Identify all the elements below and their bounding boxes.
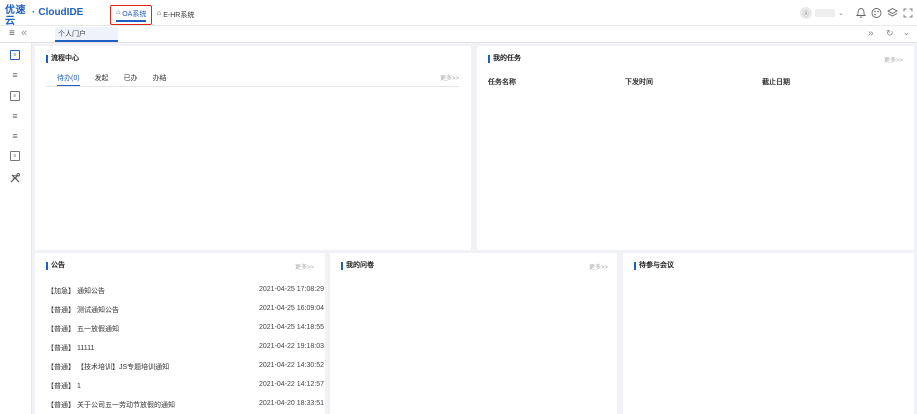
notice-title: 【加急】 通知公告 xyxy=(47,288,105,295)
survey-title: 我的问卷 xyxy=(341,262,374,270)
notice-row[interactable]: 【普通】 1 2021-04-22 14:12:57 xyxy=(47,381,324,393)
tab-initiate[interactable]: 发起 xyxy=(95,73,109,87)
column-header-task-name: 任务名称 xyxy=(488,79,516,86)
home-icon: ⌂ xyxy=(157,10,162,17)
notice-row[interactable]: 【普通】 关于公司五一劳动节放假的通知 2021-04-20 18:33:51 xyxy=(47,400,324,412)
layers-icon[interactable] xyxy=(887,7,898,19)
column-header-deadline: 截止日期 xyxy=(762,79,790,86)
notice-date: 2021-04-22 14:30:52 xyxy=(259,362,324,369)
workflow-tabs: 待办(0) 发起 已办 办结 xyxy=(57,73,167,87)
chevron-down-icon[interactable]: ⌄ xyxy=(838,7,844,19)
notice-title: 【普通】 11111 xyxy=(47,345,95,352)
brand-dot: · xyxy=(32,7,36,18)
notice-date: 2021-04-25 17:08:29 xyxy=(259,286,324,293)
system-tab-label: OA系统 xyxy=(122,11,147,18)
left-rail: ≡ ≡ ≡ ≡ ≡ ≡ ≡ xyxy=(0,43,32,414)
notice-title: 【普通】 测试通知公告 xyxy=(47,307,119,314)
notice-title: 【普通】 1 xyxy=(47,383,81,390)
notice-title: 【普通】 关于公司五一劳动节放假的通知 xyxy=(47,402,175,409)
tab-done[interactable]: 已办 xyxy=(124,73,138,87)
notice-date: 2021-04-20 18:33:51 xyxy=(259,400,324,407)
chevron-down-icon[interactable]: ⌄ xyxy=(903,28,910,37)
notice-row[interactable]: 【加急】 通知公告 2021-04-25 17:08:29 xyxy=(47,286,324,298)
workflow-title: 流程中心 xyxy=(46,55,79,63)
brand-name: · CloudIDE xyxy=(32,7,83,18)
notice-title: 【普通】 五一放假通知 xyxy=(47,326,119,333)
more-link[interactable]: 更多>> xyxy=(589,262,608,271)
palette-icon[interactable] xyxy=(871,7,882,19)
menu-list-icon[interactable]: ≡ xyxy=(10,131,20,141)
notices-title: 公告 xyxy=(46,262,65,270)
system-tab-oa[interactable]: ⌂ OA系统 xyxy=(110,5,152,25)
notice-title: 【普通】 【技术培训】JS专题培训通知 xyxy=(47,364,170,371)
home-icon: ⌂ xyxy=(116,9,121,16)
user-name-placeholder[interactable] xyxy=(815,9,835,17)
tab-personal-portal[interactable]: 个人门户 xyxy=(55,27,118,42)
survey-panel: 我的问卷 更多>> xyxy=(330,253,617,414)
notices-panel: 公告 更多>> 【加急】 通知公告 2021-04-25 17:08:29 【普通】… xyxy=(35,253,325,414)
divider xyxy=(46,86,459,87)
form-icon[interactable]: ≡ xyxy=(10,151,20,161)
menu-list-icon[interactable]: ≡ xyxy=(10,70,20,80)
logo-text: 优速云 xyxy=(5,5,26,27)
meetings-title: 待参与会议 xyxy=(634,262,674,270)
workflow-panel: 流程中心 待办(0) 发起 已办 办结 更多>> xyxy=(35,46,471,250)
tasks-panel: 我的任务 更多>> 任务名称 下发时间 截止日期 xyxy=(477,46,914,250)
scroll-right-icon[interactable]: » xyxy=(868,28,874,39)
more-link[interactable]: 更多>> xyxy=(884,55,903,64)
notice-date: 2021-04-25 14:18:55 xyxy=(259,324,324,331)
notice-date: 2021-04-22 19:18:03 xyxy=(259,343,324,350)
notice-row[interactable]: 【普通】 五一放假通知 2021-04-25 14:18:55 xyxy=(47,324,324,336)
tasks-title: 我的任务 xyxy=(488,55,521,63)
system-tab-label: E-HR系统 xyxy=(163,12,195,19)
notice-row[interactable]: 【普通】 测试通知公告 2021-04-25 16:09:04 xyxy=(47,305,324,317)
more-link[interactable]: 更多>> xyxy=(295,262,314,271)
column-header-issue-time: 下发时间 xyxy=(625,79,653,86)
scroll-left-icon[interactable]: « xyxy=(21,27,27,39)
tab-todo[interactable]: 待办(0) xyxy=(57,73,80,87)
top-header: 优速云 卡通管理系统后台 ·CloudIDE ⌂ OA系统 ⌂ E-HR系统 Ⓐ… xyxy=(0,0,917,31)
tab-strip: ≡ « 个人门户 » ↻ ⌄ xyxy=(0,26,917,43)
logo: 优速云 卡通管理系统后台 xyxy=(5,5,29,31)
notice-row[interactable]: 【普通】 【技术培训】JS专题培训通知 2021-04-22 14:30:52 xyxy=(47,362,324,374)
notice-date: 2021-04-25 16:09:04 xyxy=(259,305,324,312)
refresh-icon[interactable]: ↻ xyxy=(886,28,894,39)
tools-icon[interactable] xyxy=(10,173,20,183)
form-icon[interactable]: ≡ xyxy=(10,91,20,101)
brand-label: CloudIDE xyxy=(38,7,84,18)
more-link[interactable]: 更多>> xyxy=(440,73,459,82)
meetings-panel: 待参与会议 xyxy=(623,253,914,414)
form-icon[interactable]: ≡ xyxy=(10,50,20,60)
avatar[interactable]: Ⓐ xyxy=(800,7,812,19)
bell-icon[interactable] xyxy=(856,7,866,19)
notice-date: 2021-04-22 14:12:57 xyxy=(259,381,324,388)
fullscreen-icon[interactable] xyxy=(903,7,913,19)
notice-row[interactable]: 【普通】 11111 2021-04-22 19:18:03 xyxy=(47,343,324,355)
system-tab-ehr[interactable]: ⌂ E-HR系统 xyxy=(157,8,194,26)
tab-label: 个人门户 xyxy=(58,31,86,38)
menu-list-icon[interactable]: ≡ xyxy=(10,111,20,121)
menu-toggle-icon[interactable]: ≡ xyxy=(9,28,15,39)
tab-completed[interactable]: 办结 xyxy=(153,73,167,87)
